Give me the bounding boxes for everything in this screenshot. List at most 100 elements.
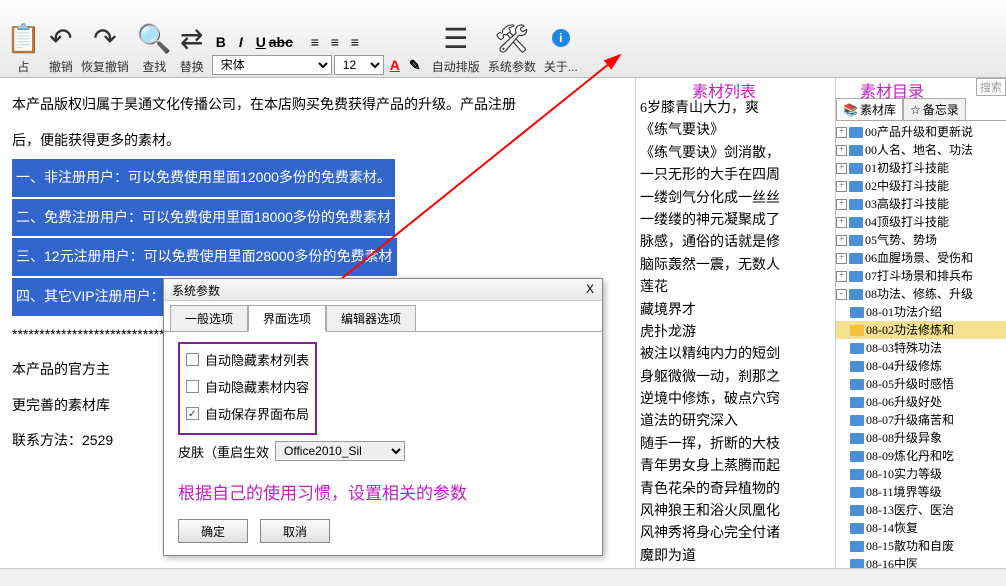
list-item[interactable]: 虎扑龙游: [640, 322, 831, 344]
list-item[interactable]: 青色花朵的奇异植物的: [640, 479, 831, 501]
align-right-button[interactable]: ≡: [346, 33, 364, 51]
close-icon[interactable]: X: [586, 282, 594, 297]
align-left-button[interactable]: ≡: [306, 33, 324, 51]
ok-button[interactable]: 确定: [178, 519, 248, 543]
tree-item[interactable]: 08-15散功和自废: [836, 537, 1006, 555]
skin-label: 皮肤（重启生效: [178, 442, 269, 461]
list-item[interactable]: 《练气要诀》剑消散，: [640, 143, 831, 165]
tab-ui[interactable]: 界面选项: [248, 305, 326, 332]
font-select[interactable]: 宋体: [212, 55, 332, 75]
redo-button[interactable]: ↷恢复撤销: [81, 20, 129, 75]
tab-editor[interactable]: 编辑器选项: [326, 305, 416, 332]
undo-button[interactable]: ↶撤销: [49, 20, 73, 75]
chk-hide-content[interactable]: [186, 380, 199, 393]
tree-item[interactable]: 08-04升级修炼: [836, 357, 1006, 375]
tree-item[interactable]: 08-09炼化丹和吃: [836, 447, 1006, 465]
about-button[interactable]: i关于...: [544, 20, 578, 75]
tree-item[interactable]: +05气势、势场: [836, 231, 1006, 249]
expand-icon[interactable]: +: [836, 127, 847, 138]
highlight-button[interactable]: ✎: [406, 56, 424, 74]
expand-icon[interactable]: -: [836, 289, 847, 300]
list-item[interactable]: 脑际轰然一震，无数人: [640, 255, 831, 277]
folder-icon: [850, 433, 864, 444]
cancel-button[interactable]: 取消: [260, 519, 330, 543]
list-item[interactable]: 风神秀将身心完全付诸: [640, 523, 831, 545]
tree-item[interactable]: 08-11境界等级: [836, 483, 1006, 501]
list-item[interactable]: 逆境中修炼，破点穴窍: [640, 389, 831, 411]
list-item[interactable]: 一只无形的大手在四周: [640, 165, 831, 187]
tree-item[interactable]: 08-08升级异象: [836, 429, 1006, 447]
chk-hide-list[interactable]: [186, 353, 199, 366]
tree-item[interactable]: +00人名、地名、功法: [836, 141, 1006, 159]
tab-material-lib[interactable]: 📚素材库: [836, 98, 903, 120]
expand-icon[interactable]: +: [836, 181, 847, 192]
list-item[interactable]: 身躯微微一动，刹那之: [640, 367, 831, 389]
tree-item[interactable]: +06血腥场景、受伤和: [836, 249, 1006, 267]
dialog-titlebar[interactable]: 系统参数 X: [164, 279, 602, 301]
strike-button[interactable]: abc: [272, 33, 290, 51]
list-item[interactable]: 《练气要诀》: [640, 120, 831, 142]
material-tree-label: 素材目录: [808, 78, 976, 98]
list-item[interactable]: 青年男女身上蒸腾而起: [640, 456, 831, 478]
list-item[interactable]: 被注以精纯内力的短剑: [640, 344, 831, 366]
main-toolbar: 📋占 ↶撤销 ↷恢复撤销 🔍查找 ⇄替换 B I U abc ≡ ≡ ≡ 宋体 …: [0, 0, 1006, 78]
folder-icon: [849, 199, 863, 210]
folder-icon: [850, 505, 864, 516]
expand-icon[interactable]: +: [836, 217, 847, 228]
tree-item[interactable]: +02中级打斗技能: [836, 177, 1006, 195]
tree-body[interactable]: +00产品升级和更新说+00人名、地名、功法+01初级打斗技能+02中级打斗技能…: [836, 121, 1006, 586]
search-input[interactable]: 搜索: [976, 78, 1006, 96]
list-item[interactable]: 藏境界才: [640, 300, 831, 322]
replace-button[interactable]: ⇄替换: [180, 20, 204, 75]
font-color-button[interactable]: A: [386, 56, 404, 74]
tree-item[interactable]: 08-14恢复: [836, 519, 1006, 537]
list-item[interactable]: 莲花: [640, 277, 831, 299]
list-item[interactable]: 一缕剑气分化成一丝丝: [640, 188, 831, 210]
list-item[interactable]: 魔即为道: [640, 546, 831, 568]
fontsize-select[interactable]: 12: [334, 55, 384, 75]
tree-item[interactable]: 08-01功法介绍: [836, 303, 1006, 321]
tree-item[interactable]: +03高级打斗技能: [836, 195, 1006, 213]
italic-button[interactable]: I: [232, 33, 250, 51]
list-item[interactable]: 道法的研究深入: [640, 411, 831, 433]
folder-icon: [850, 469, 864, 480]
list-item[interactable]: 脉感，通俗的话就是修: [640, 232, 831, 254]
tree-item[interactable]: 08-13医疗、医治: [836, 501, 1006, 519]
folder-icon: [850, 325, 864, 336]
bold-button[interactable]: B: [212, 33, 230, 51]
expand-icon[interactable]: +: [836, 163, 847, 174]
underline-button[interactable]: U: [252, 33, 270, 51]
tree-item[interactable]: 08-10实力等级: [836, 465, 1006, 483]
tab-general[interactable]: 一般选项: [170, 305, 248, 332]
find-button[interactable]: 🔍查找: [137, 20, 172, 75]
tree-item[interactable]: +01初级打斗技能: [836, 159, 1006, 177]
list-item[interactable]: 风神狼王和浴火凤凰化: [640, 501, 831, 523]
expand-icon[interactable]: +: [836, 253, 847, 264]
tree-item[interactable]: 08-06升级好处: [836, 393, 1006, 411]
tree-item[interactable]: 08-02功法修炼和: [836, 321, 1006, 339]
tree-item[interactable]: -08功法、修练、升级: [836, 285, 1006, 303]
tree-item[interactable]: 08-07升级痛苦和: [836, 411, 1006, 429]
tree-item[interactable]: +04顶级打斗技能: [836, 213, 1006, 231]
tree-item[interactable]: 08-05升级时感悟: [836, 375, 1006, 393]
expand-icon[interactable]: +: [836, 199, 847, 210]
chk-save-layout[interactable]: [186, 407, 199, 420]
list-item[interactable]: 随手一挥，折断的大枝: [640, 434, 831, 456]
expand-icon[interactable]: +: [836, 145, 847, 156]
tree-item[interactable]: 08-03特殊功法: [836, 339, 1006, 357]
material-list[interactable]: 6岁膝青山大力，爽《练气要诀》《练气要诀》剑消散，一只无形的大手在四周一缕剑气分…: [636, 78, 836, 586]
editor-text: 本产品的官方主: [12, 361, 110, 377]
skin-select[interactable]: Office2010_Sil: [275, 441, 405, 461]
expand-icon[interactable]: +: [836, 235, 847, 246]
system-params-button[interactable]: 🛠系统参数: [488, 20, 536, 75]
expand-icon[interactable]: +: [836, 271, 847, 282]
tree-item[interactable]: +07打斗场景和排兵布: [836, 267, 1006, 285]
align-center-button[interactable]: ≡: [326, 33, 344, 51]
list-item[interactable]: 6岁膝青山大力，爽: [640, 98, 831, 120]
paste-button[interactable]: 📋占: [6, 20, 41, 75]
auto-layout-button[interactable]: ☰自动排版: [432, 20, 480, 75]
list-item[interactable]: 一缕缕的神元凝聚成了: [640, 210, 831, 232]
folder-icon: [850, 451, 864, 462]
tree-item[interactable]: +00产品升级和更新说: [836, 123, 1006, 141]
tab-memo[interactable]: ☆备忘录: [903, 98, 966, 120]
